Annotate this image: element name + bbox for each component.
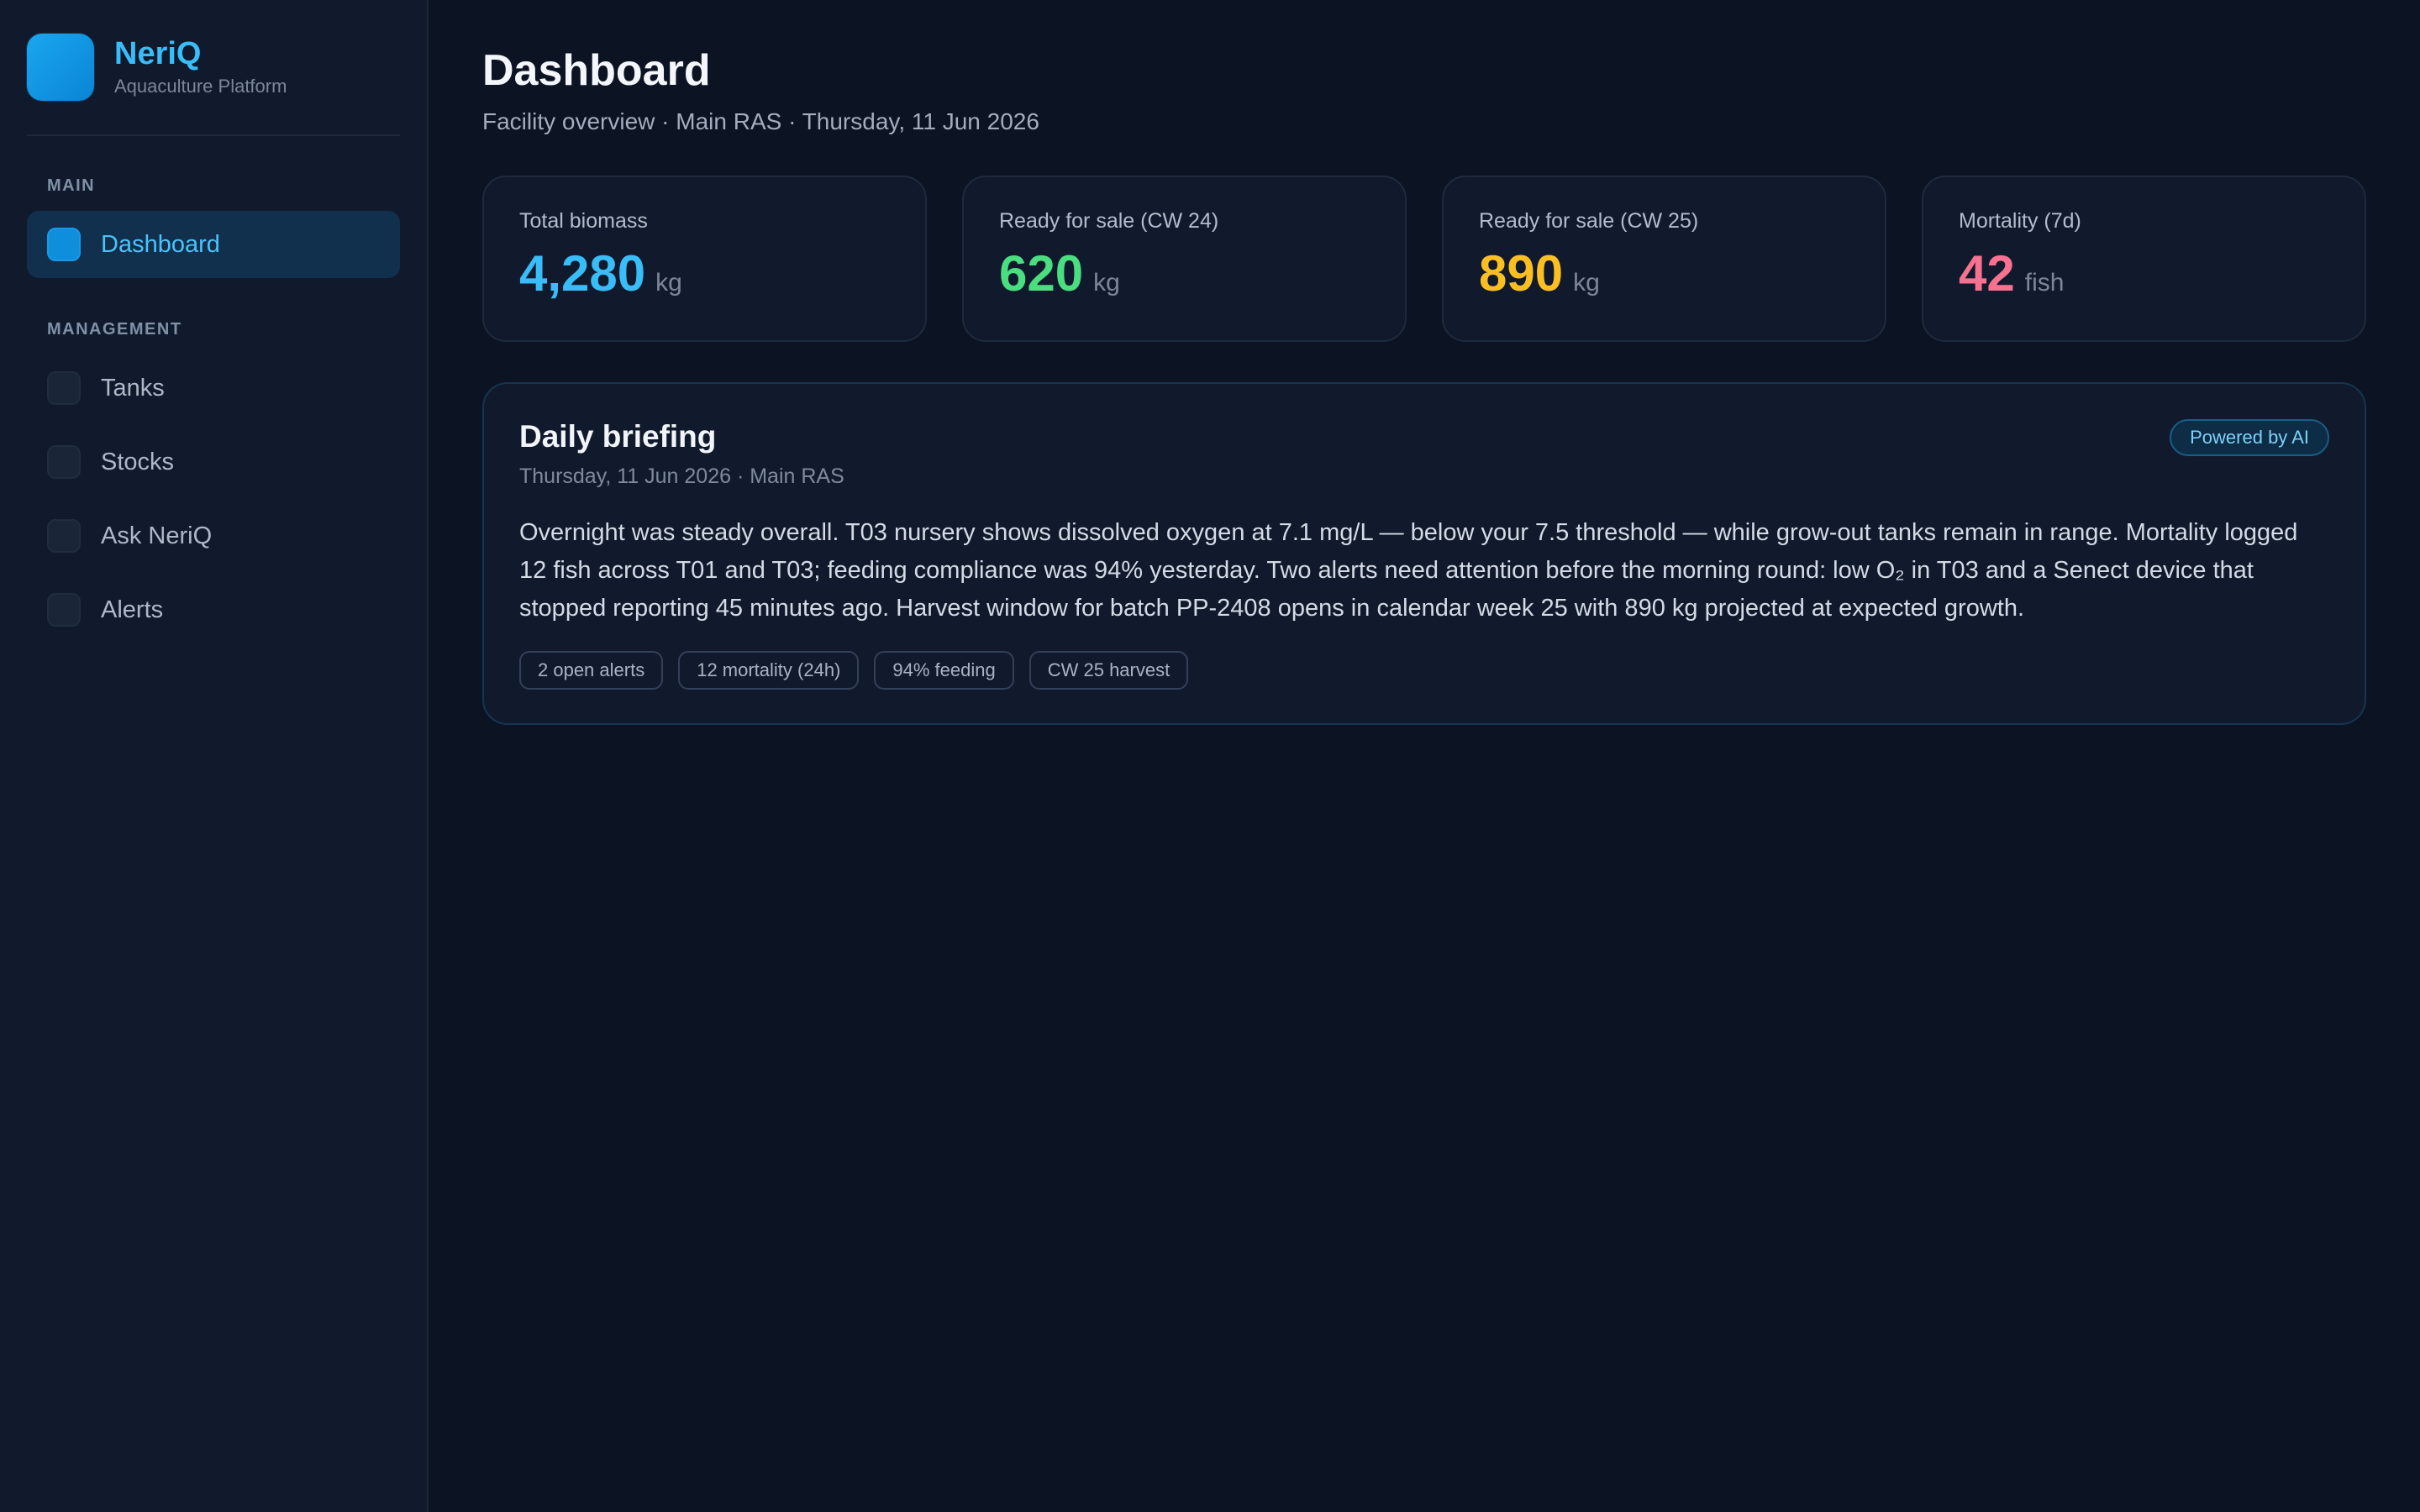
stat-value-row: 620 kg bbox=[999, 249, 1370, 299]
stat-label: Total biomass bbox=[519, 209, 648, 234]
app-root: NeriQ Aquaculture Platform MAIN Dashboar… bbox=[0, 0, 2420, 1512]
chip-open-alerts[interactable]: 2 open alerts bbox=[519, 651, 664, 690]
brand-subtitle: Aquaculture Platform bbox=[114, 75, 287, 97]
stat-unit: kg bbox=[1093, 269, 1120, 297]
stats-row: Total biomass 4,280 kg Ready for sale (C… bbox=[482, 176, 2366, 343]
section-label-main: MAIN bbox=[47, 176, 96, 195]
brand-name: NeriQ bbox=[114, 36, 202, 72]
stat-card-mortality: Mortality (7d) 42 fish bbox=[1922, 176, 2366, 343]
sidebar-item-alerts[interactable]: Alerts bbox=[27, 576, 400, 643]
stat-label: Ready for sale (CW 25) bbox=[1479, 209, 1699, 234]
stat-unit: fish bbox=[2024, 269, 2065, 297]
brand-text: NeriQ Aquaculture Platform bbox=[114, 36, 287, 97]
sidebar-item-label: Alerts bbox=[101, 596, 164, 623]
dashboard-icon bbox=[47, 228, 81, 261]
stat-value-row: 42 fish bbox=[1959, 249, 2329, 299]
brand[interactable]: NeriQ Aquaculture Platform bbox=[27, 34, 400, 136]
stat-label: Mortality (7d) bbox=[1959, 209, 2081, 234]
sidebar-item-stocks[interactable]: Stocks bbox=[27, 428, 400, 496]
briefing-meta: Thursday, 11 Jun 2026 · Main RAS bbox=[519, 465, 844, 489]
powered-by-ai-badge: Powered by AI bbox=[2170, 419, 2329, 457]
sidebar: NeriQ Aquaculture Platform MAIN Dashboar… bbox=[0, 0, 429, 1512]
briefing-title: Daily briefing bbox=[519, 419, 717, 454]
stat-value: 620 bbox=[999, 245, 1084, 302]
sidebar-item-tanks[interactable]: Tanks bbox=[27, 354, 400, 422]
stat-card-ready-cw24: Ready for sale (CW 24) 620 kg bbox=[962, 176, 1407, 343]
daily-briefing-card: Daily briefing Thursday, 11 Jun 2026 · M… bbox=[482, 382, 2366, 726]
stat-value: 890 bbox=[1479, 245, 1564, 302]
chip-feeding[interactable]: 94% feeding bbox=[874, 651, 1014, 690]
stat-unit: kg bbox=[655, 269, 682, 297]
page-title: Dashboard bbox=[482, 46, 711, 95]
sidebar-item-label: Tanks bbox=[101, 374, 165, 402]
briefing-chips: 2 open alerts 12 mortality (24h) 94% fee… bbox=[519, 651, 2329, 690]
sidebar-item-label: Stocks bbox=[101, 448, 175, 475]
main-content: Dashboard Facility overview · Main RAS ·… bbox=[429, 0, 2420, 1512]
stat-unit: kg bbox=[1573, 269, 1600, 297]
sidebar-item-dashboard[interactable]: Dashboard bbox=[27, 211, 400, 278]
page-subtitle: Facility overview · Main RAS · Thursday,… bbox=[482, 108, 1039, 135]
chip-mortality[interactable]: 12 mortality (24h) bbox=[678, 651, 860, 690]
stat-card-total-biomass: Total biomass 4,280 kg bbox=[482, 176, 927, 343]
stocks-icon bbox=[47, 445, 81, 479]
briefing-text: Overnight was steady overall. T03 nurser… bbox=[519, 519, 2298, 622]
sidebar-item-label: Ask NeriQ bbox=[101, 522, 213, 549]
tanks-icon bbox=[47, 371, 81, 405]
logo-icon bbox=[27, 34, 94, 101]
section-label-management: MANAGEMENT bbox=[47, 320, 182, 339]
stat-value-row: 890 kg bbox=[1479, 249, 1849, 299]
ask-icon bbox=[47, 519, 81, 553]
chip-harvest[interactable]: CW 25 harvest bbox=[1028, 651, 1189, 690]
sidebar-item-label: Dashboard bbox=[101, 230, 220, 258]
sidebar-item-ask-neriq[interactable]: Ask NeriQ bbox=[27, 502, 400, 570]
stat-value: 42 bbox=[1959, 245, 2015, 302]
alerts-icon bbox=[47, 593, 81, 627]
stat-card-ready-cw25: Ready for sale (CW 25) 890 kg bbox=[1442, 176, 1886, 343]
stat-label: Ready for sale (CW 24) bbox=[999, 209, 1219, 234]
stat-value: 4,280 bbox=[519, 245, 646, 302]
stat-value-row: 4,280 kg bbox=[519, 249, 890, 299]
